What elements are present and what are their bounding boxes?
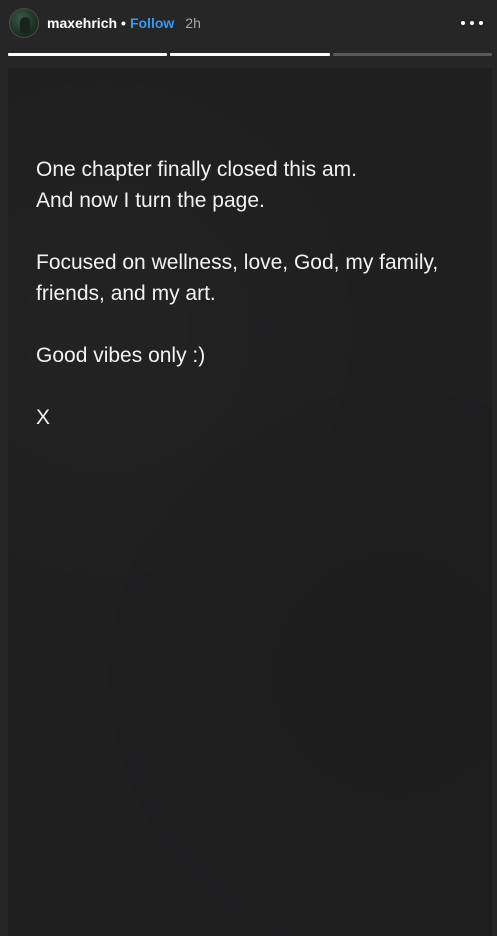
story-line: Good vibes only :) [36, 344, 206, 367]
story-meta: maxehrich • Follow 2h [47, 14, 201, 32]
story-text: One chapter finally closed this am. And … [36, 154, 476, 464]
story-line: Focused on wellness, love, God, my famil… [36, 251, 439, 274]
story-paragraph: Focused on wellness, love, God, my famil… [36, 247, 476, 309]
avatar[interactable] [9, 8, 39, 38]
story-content[interactable]: One chapter finally closed this am. And … [8, 68, 492, 936]
story-line: friends, and my art. [36, 282, 216, 305]
story-paragraph: X [36, 402, 476, 433]
more-dot [479, 21, 483, 25]
progress-fill [170, 53, 330, 56]
post-time: 2h [185, 15, 201, 31]
story-header: maxehrich • Follow 2h [0, 0, 497, 48]
username-link[interactable]: maxehrich [47, 14, 117, 32]
more-options-icon[interactable] [461, 14, 483, 32]
more-dot [461, 21, 465, 25]
separator-dot: • [121, 15, 126, 31]
story-paragraph: One chapter finally closed this am. And … [36, 154, 476, 216]
avatar-figure [20, 17, 30, 33]
progress-segment-3 [332, 53, 492, 56]
follow-button[interactable]: Follow [130, 14, 174, 32]
story-line: One chapter finally closed this am. [36, 158, 357, 181]
progress-segment-1 [8, 53, 168, 56]
progress-fill [8, 53, 168, 56]
story-line: X [36, 406, 51, 429]
story-paragraph: Good vibes only :) [36, 340, 476, 371]
story-progress-bar [8, 53, 492, 56]
story-line: And now I turn the page. [36, 189, 265, 212]
more-dot [470, 21, 474, 25]
story-viewer: maxehrich • Follow 2h One chapter finall… [0, 0, 497, 936]
progress-segment-2 [170, 53, 330, 56]
